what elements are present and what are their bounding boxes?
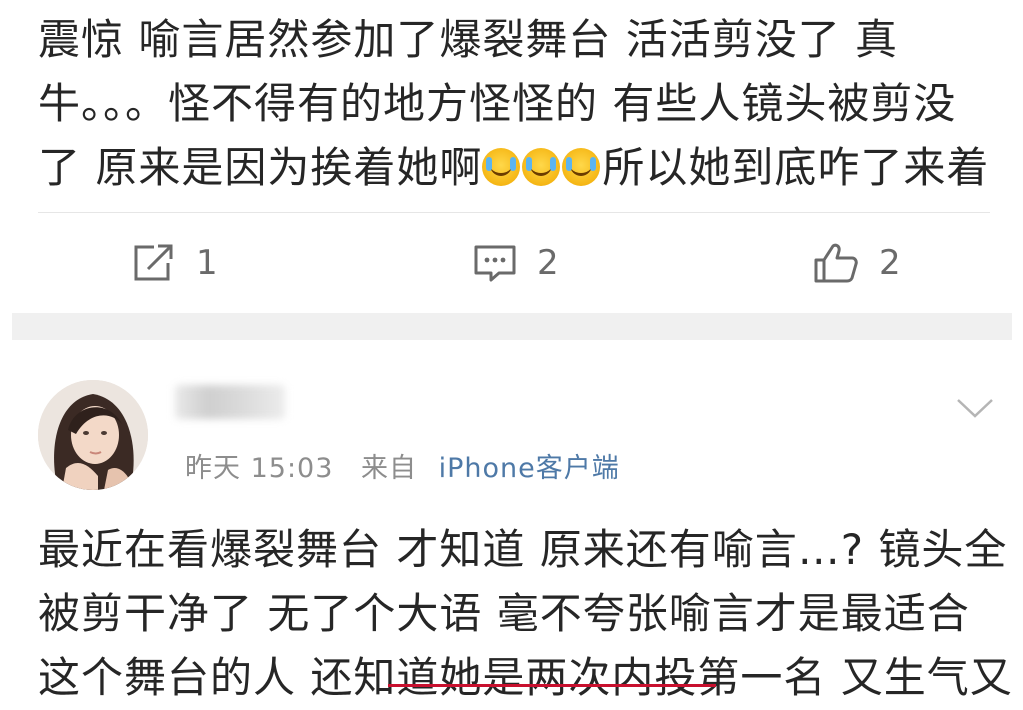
forward-count: 1 <box>196 243 218 283</box>
username-blurred[interactable] <box>175 385 285 419</box>
highlight-underline <box>388 684 716 687</box>
forward-button[interactable]: 1 <box>132 239 218 287</box>
post-top-line-3-text: 了 原来是因为挨着她啊 <box>38 143 483 192</box>
post-body-line-3: 这个舞台的人 还知道她是两次内投第一名 又生气又 <box>38 653 1013 702</box>
post-top-line-3: 了 原来是因为挨着她啊 所以她到底咋了来着 <box>38 136 988 200</box>
feed-separator <box>12 313 1012 340</box>
like-icon <box>813 242 859 284</box>
comment-icon <box>473 243 517 283</box>
post-body-line-2: 被剪干净了 无了个大语 毫不夸张喻言才是最适合 <box>38 589 970 638</box>
source-prefix: 来自 <box>361 453 417 484</box>
post-body-line-1: 最近在看爆裂舞台 才知道 原来还有喻言…? 镜头全 <box>38 525 1008 574</box>
forward-icon <box>132 243 176 283</box>
post-action-bar: 1 2 2 <box>0 225 1023 305</box>
comment-button[interactable]: 2 <box>473 239 559 287</box>
post-body-text: 最近在看爆裂舞台 才知道 原来还有喻言…? 镜头全 被剪干净了 无了个大语 毫不… <box>38 518 1013 710</box>
post-top-line-1: 震惊 喻言居然参加了爆裂舞台 活活剪没了 真 <box>38 15 899 64</box>
crying-laughing-emoji-icon <box>522 148 561 186</box>
avatar[interactable] <box>38 380 148 490</box>
like-button[interactable]: 2 <box>813 239 901 287</box>
post-top-text: 震惊 喻言居然参加了爆裂舞台 活活剪没了 真 牛。。。怪不得有的地方怪怪的 有些… <box>38 8 988 200</box>
post-top-line-2: 牛。。。怪不得有的地方怪怪的 有些人镜头被剪没 <box>38 79 957 128</box>
chevron-down-icon[interactable] <box>955 395 995 421</box>
like-count: 2 <box>879 243 901 283</box>
crying-laughing-emoji-icon <box>562 148 601 186</box>
post-time: 昨天 15:03 <box>185 453 334 484</box>
divider <box>38 212 990 213</box>
comment-count: 2 <box>537 243 559 283</box>
post-top-line-3-tail: 所以她到底咋了来着 <box>602 143 990 192</box>
crying-laughing-emoji-icon <box>482 148 521 186</box>
post-meta: 昨天 15:03 来自 iPhone客户端 <box>185 446 620 485</box>
source-client-link[interactable]: iPhone客户端 <box>439 453 620 484</box>
